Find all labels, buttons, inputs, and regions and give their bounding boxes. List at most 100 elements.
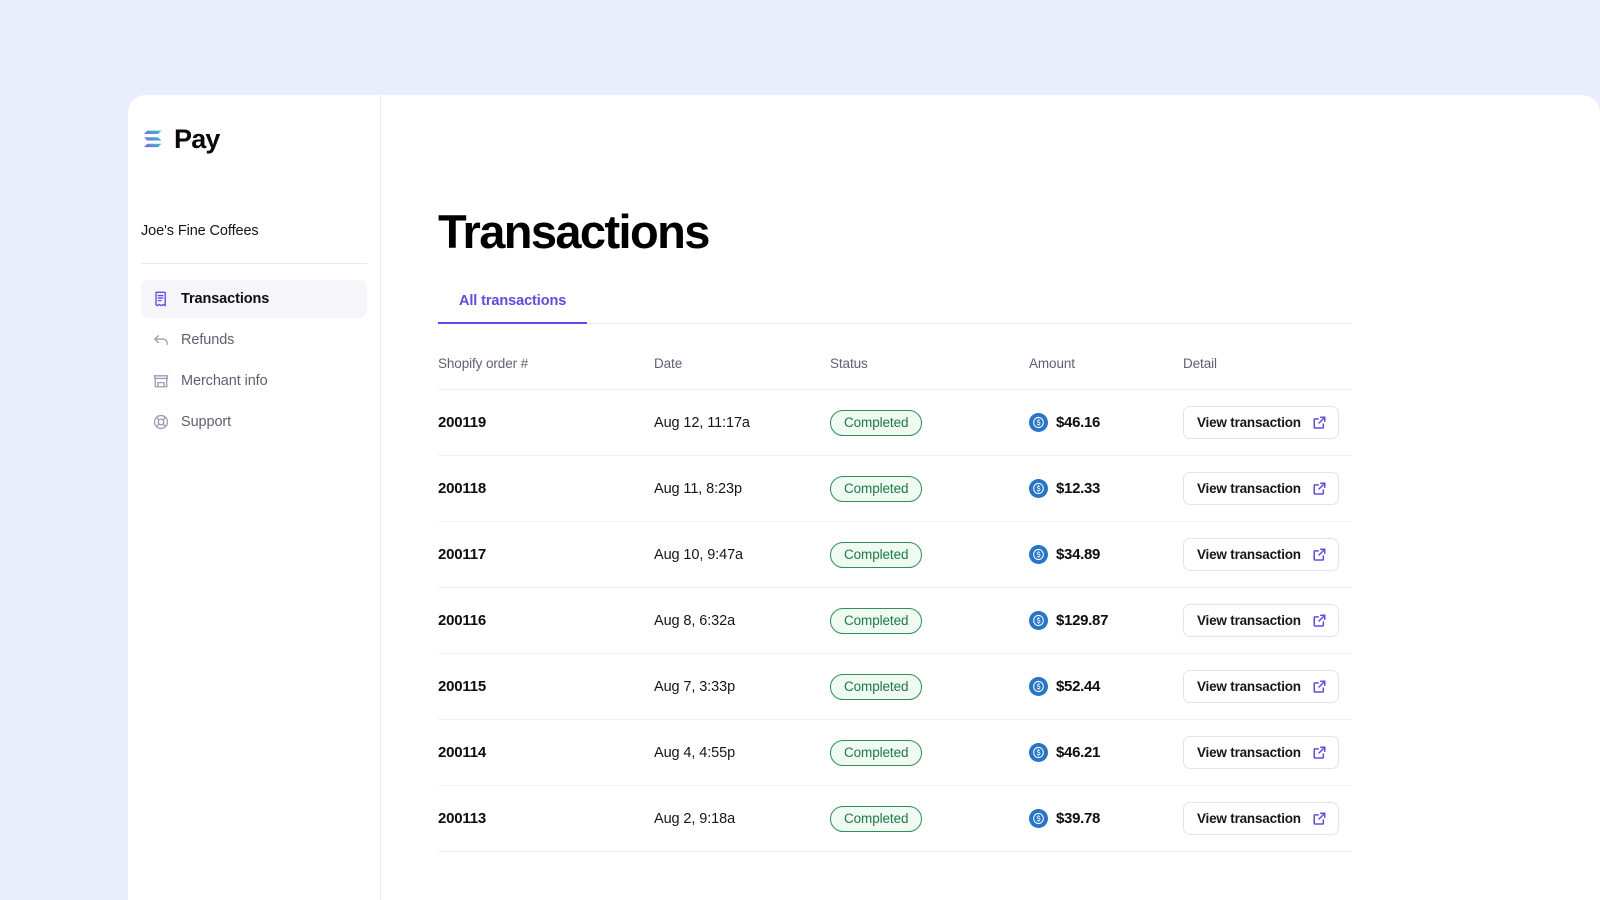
status-badge: Completed: [830, 607, 923, 634]
sidebar-divider: [141, 263, 367, 264]
table-row[interactable]: 200118 Aug 11, 8:23p Completed $12.33 Vi…: [438, 455, 1352, 522]
cell-amount: $46.16: [1029, 389, 1183, 456]
sidebar-item-merchant-info[interactable]: Merchant info: [141, 362, 367, 400]
cell-amount: $12.33: [1029, 455, 1183, 522]
usdc-coin-icon: [1029, 743, 1048, 762]
status-badge: Completed: [830, 673, 923, 700]
view-transaction-label: View transaction: [1197, 415, 1301, 430]
cell-order: 200117: [438, 521, 654, 588]
status-badge: Completed: [830, 475, 923, 502]
order-number: 200115: [438, 677, 487, 695]
amount-value: $52.44: [1056, 678, 1101, 695]
transaction-date: Aug 11, 8:23p: [654, 480, 742, 497]
amount-value: $34.89: [1056, 546, 1101, 563]
cell-amount: $39.78: [1029, 785, 1183, 852]
view-transaction-button[interactable]: View transaction: [1183, 736, 1339, 769]
table-row[interactable]: 200113 Aug 2, 9:18a Completed $39.78 Vie…: [438, 785, 1352, 852]
brand-name: Pay: [174, 124, 220, 154]
status-badge: Completed: [830, 541, 923, 568]
order-number: 200114: [438, 743, 487, 761]
view-transaction-button[interactable]: View transaction: [1183, 604, 1339, 637]
amount-value: $129.87: [1056, 612, 1109, 629]
cell-status: Completed: [830, 455, 1029, 522]
sidebar-item-refunds[interactable]: Refunds: [141, 321, 367, 359]
storefront-icon: [152, 372, 170, 390]
usdc-coin-icon: [1029, 809, 1048, 828]
cell-status: Completed: [830, 521, 1029, 588]
cell-amount: $52.44: [1029, 653, 1183, 720]
receipt-icon: [152, 290, 170, 308]
view-transaction-label: View transaction: [1197, 679, 1301, 694]
cell-order: 200116: [438, 587, 654, 654]
cell-status: Completed: [830, 653, 1029, 720]
tab-bar: All transactions: [438, 293, 1352, 324]
sidebar-item-support[interactable]: Support: [141, 403, 367, 441]
cell-date: Aug 2, 9:18a: [654, 785, 830, 852]
view-transaction-button[interactable]: View transaction: [1183, 670, 1339, 703]
column-header-detail: Detail: [1183, 356, 1352, 390]
order-number: 200113: [438, 809, 487, 827]
amount-value: $46.21: [1056, 744, 1101, 761]
cell-detail: View transaction: [1183, 785, 1352, 852]
sidebar-item-label: Refunds: [181, 332, 235, 348]
sidebar-item-label: Support: [181, 414, 232, 430]
column-header-amount: Amount: [1029, 356, 1183, 390]
cell-date: Aug 11, 8:23p: [654, 455, 830, 522]
tab-all-transactions[interactable]: All transactions: [438, 293, 588, 324]
sidebar-item-transactions[interactable]: Transactions: [141, 280, 367, 318]
usdc-coin-icon: [1029, 677, 1048, 696]
cell-detail: View transaction: [1183, 521, 1352, 588]
amount-value: $46.16: [1056, 414, 1101, 431]
cell-detail: View transaction: [1183, 587, 1352, 654]
cell-detail: View transaction: [1183, 719, 1352, 786]
column-header-date: Date: [654, 356, 830, 390]
sidebar-nav: Transactions Refunds Merchant info Suppo…: [128, 280, 380, 441]
table-row[interactable]: 200114 Aug 4, 4:55p Completed $46.21 Vie…: [438, 719, 1352, 786]
status-badge: Completed: [830, 805, 923, 832]
cell-order: 200118: [438, 455, 654, 522]
order-number: 200117: [438, 545, 487, 563]
arrow-return-icon: [152, 331, 170, 349]
transaction-date: Aug 8, 6:32a: [654, 612, 736, 629]
cell-date: Aug 8, 6:32a: [654, 587, 830, 654]
table-row[interactable]: 200116 Aug 8, 6:32a Completed $129.87 Vi…: [438, 587, 1352, 654]
main-content: Transactions All transactions Shopify or…: [381, 95, 1600, 900]
transaction-date: Aug 7, 3:33p: [654, 678, 736, 695]
cell-amount: $34.89: [1029, 521, 1183, 588]
cell-date: Aug 12, 11:17a: [654, 389, 830, 456]
cell-status: Completed: [830, 587, 1029, 654]
view-transaction-label: View transaction: [1197, 745, 1301, 760]
table-header: Shopify order # Date Status Amount Detai…: [438, 356, 1352, 390]
cell-detail: View transaction: [1183, 455, 1352, 522]
table-row[interactable]: 200115 Aug 7, 3:33p Completed $52.44 Vie…: [438, 653, 1352, 720]
view-transaction-button[interactable]: View transaction: [1183, 538, 1339, 571]
cell-date: Aug 4, 4:55p: [654, 719, 830, 786]
view-transaction-label: View transaction: [1197, 613, 1301, 628]
external-link-icon: [1312, 745, 1327, 760]
view-transaction-label: View transaction: [1197, 481, 1301, 496]
view-transaction-button[interactable]: View transaction: [1183, 802, 1339, 835]
view-transaction-button[interactable]: View transaction: [1183, 406, 1339, 439]
column-header-status: Status: [830, 356, 1029, 390]
transactions-table: Shopify order # Date Status Amount Detai…: [438, 356, 1352, 852]
sidebar-item-label: Merchant info: [181, 373, 268, 389]
external-link-icon: [1312, 679, 1327, 694]
amount-value: $39.78: [1056, 810, 1101, 827]
usdc-coin-icon: [1029, 479, 1048, 498]
cell-date: Aug 7, 3:33p: [654, 653, 830, 720]
cell-detail: View transaction: [1183, 389, 1352, 456]
view-transaction-button[interactable]: View transaction: [1183, 472, 1339, 505]
transaction-date: Aug 12, 11:17a: [654, 414, 750, 431]
cell-status: Completed: [830, 719, 1029, 786]
table-row[interactable]: 200119 Aug 12, 11:17a Completed $46.16 V…: [438, 389, 1352, 456]
cell-order: 200113: [438, 785, 654, 852]
cell-status: Completed: [830, 785, 1029, 852]
lifebuoy-icon: [152, 413, 170, 431]
usdc-coin-icon: [1029, 545, 1048, 564]
table-row[interactable]: 200117 Aug 10, 9:47a Completed $34.89 Vi…: [438, 521, 1352, 588]
cell-order: 200119: [438, 389, 654, 456]
brand-logo[interactable]: Pay: [128, 95, 380, 154]
merchant-name: Joe's Fine Coffees: [141, 223, 259, 239]
transaction-date: Aug 2, 9:18a: [654, 810, 736, 827]
order-number: 200119: [438, 413, 487, 431]
